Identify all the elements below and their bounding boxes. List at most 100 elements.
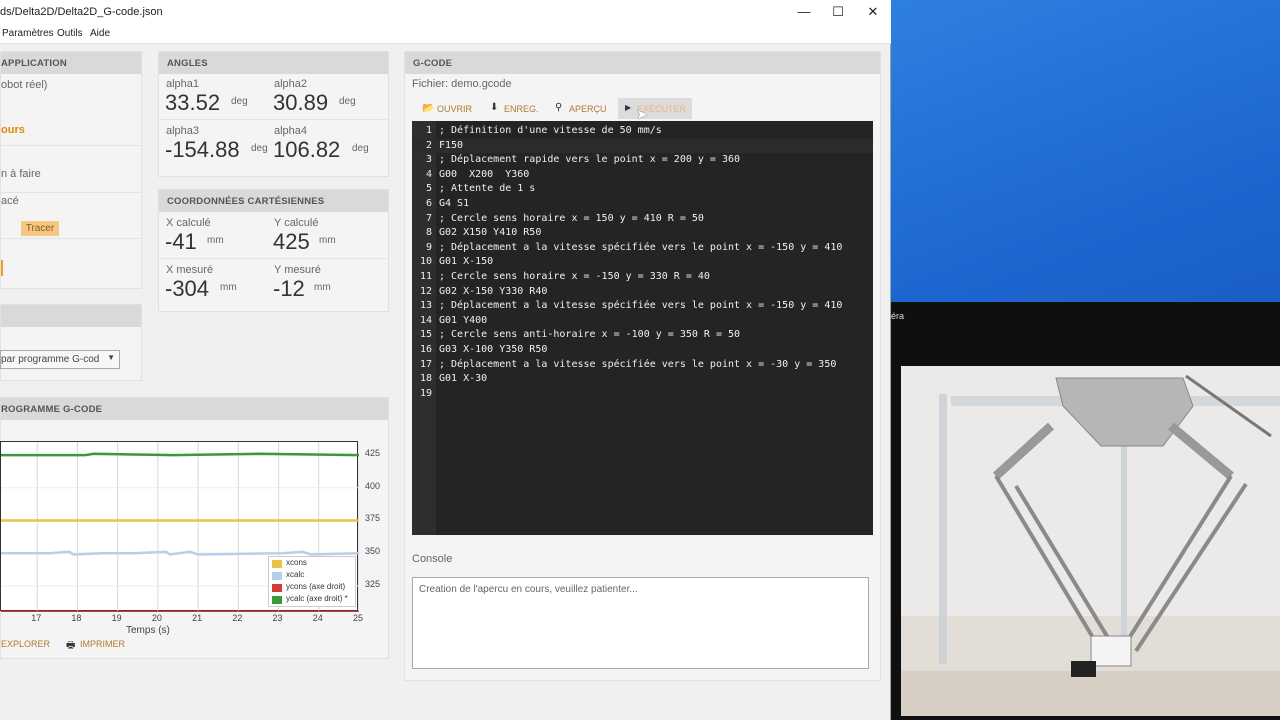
play-icon: ▶ bbox=[625, 103, 632, 112]
chevron-down-icon: ▼ bbox=[107, 353, 115, 362]
menu-aide[interactable]: Aide bbox=[90, 28, 110, 39]
x-tick-label: 23 bbox=[272, 613, 283, 623]
code-line[interactable]: 8 G02 X150 Y410 R50 bbox=[412, 226, 873, 241]
alpha4-label: alpha4 bbox=[274, 125, 308, 137]
close-button[interactable]: ✕ bbox=[856, 2, 890, 22]
code-line[interactable]: 3 ; Déplacement rapide vers le point x = … bbox=[412, 153, 873, 168]
code-text: G01 Y400 bbox=[439, 314, 488, 326]
code-line[interactable]: 1 ; Définition d'une vitesse de 50 mm/s bbox=[412, 124, 873, 139]
legend-swatch bbox=[272, 584, 282, 592]
coords-title: COORDONNÉES CARTÉSIENNES bbox=[167, 196, 325, 207]
code-text: G02 X-150 Y330 R40 bbox=[439, 285, 548, 297]
gcode-editor[interactable]: 1 ; Définition d'une vitesse de 50 mm/s 2 F… bbox=[412, 121, 873, 535]
x-tick-label: 19 bbox=[111, 613, 122, 623]
code-line[interactable]: 16 G03 X-100 Y350 R50 bbox=[412, 343, 873, 358]
mode-select[interactable]: par programme G-cod ▼ bbox=[0, 350, 120, 369]
run-button[interactable]: ▶ EXÉCUTER bbox=[618, 98, 692, 119]
code-line[interactable]: 12 G02 X-150 Y330 R40 bbox=[412, 285, 873, 300]
legend-label: xcons bbox=[286, 558, 307, 567]
application-mode-text: obot réel) bbox=[1, 79, 48, 91]
line-number: 16 bbox=[419, 344, 432, 355]
preview-button[interactable]: APERÇU bbox=[569, 104, 607, 114]
code-line[interactable]: 9 ; Déplacement a la vitesse spécifiée ve… bbox=[412, 241, 873, 256]
status-indicator bbox=[1, 260, 3, 276]
x-tick-label: 21 bbox=[192, 613, 203, 623]
tracer-button[interactable]: Tracer bbox=[21, 221, 59, 236]
application-panel: APPLICATION obot réel) ours n à faire ac… bbox=[0, 51, 143, 289]
x-calc-unit: mm bbox=[207, 235, 224, 246]
code-line[interactable]: 5 ; Attente de 1 s bbox=[412, 182, 873, 197]
y-meas-unit: mm bbox=[314, 282, 331, 293]
code-line[interactable]: 2 F150 bbox=[412, 138, 873, 154]
gcode-header: G-CODE bbox=[405, 52, 880, 74]
code-text: ; Déplacement a la vitesse spécifiée ver… bbox=[439, 241, 843, 253]
line-number: 3 bbox=[425, 154, 432, 166]
x-tick-label: 20 bbox=[151, 613, 162, 623]
open-button[interactable]: OUVRIR bbox=[437, 104, 472, 114]
alpha1-value: 33.52 bbox=[165, 90, 221, 115]
legend-label: ycons (axe droit) bbox=[286, 582, 346, 591]
chart-legend: xcons xcalc ycons (axe droit) ycalc (axe dr… bbox=[268, 556, 356, 607]
line-number: 11 bbox=[419, 271, 432, 282]
print-icon: 🖶 bbox=[66, 640, 76, 651]
y-meas-value: -12 bbox=[273, 276, 305, 301]
gcode-title: G-CODE bbox=[413, 58, 453, 69]
code-text: F150 bbox=[439, 139, 464, 151]
code-line[interactable]: 6 G4 S1 bbox=[412, 197, 873, 212]
angles-title: ANGLES bbox=[167, 58, 208, 69]
folder-open-icon: 📂 bbox=[422, 103, 435, 114]
title-bar: ds/Delta2D/Delta2D_G-code.json — ☐ ✕ bbox=[0, 0, 891, 24]
console-output[interactable]: Creation de l'apercu en cours, veuillez … bbox=[412, 577, 869, 669]
angles-header: ANGLES bbox=[159, 52, 388, 74]
legend-label: xcalc bbox=[286, 570, 305, 579]
alpha3-label: alpha3 bbox=[166, 125, 200, 137]
legend-swatch bbox=[272, 572, 282, 580]
code-line[interactable]: 4 G00 X200 Y360 bbox=[412, 168, 873, 183]
mode-header bbox=[1, 305, 141, 327]
application-title: APPLICATION bbox=[1, 58, 67, 69]
code-line[interactable]: 10 G01 X-150 bbox=[412, 255, 873, 270]
code-text: ; Déplacement rapide vers le point x = 2… bbox=[439, 154, 741, 166]
code-line[interactable]: 19 bbox=[412, 387, 873, 402]
search-icon: ⚲ bbox=[555, 102, 563, 113]
menu-parametres[interactable]: Paramètres bbox=[2, 28, 54, 39]
y-calc-value: 425 bbox=[273, 229, 310, 254]
code-line[interactable]: 17 ; Déplacement a la vitesse spécifiée v… bbox=[412, 358, 873, 373]
divider bbox=[1, 238, 143, 239]
code-line[interactable]: 13 ; Déplacement a la vitesse spécifiée v… bbox=[412, 299, 873, 314]
alpha1-label: alpha1 bbox=[166, 78, 200, 90]
code-line[interactable]: 14 G01 Y400 bbox=[412, 314, 873, 329]
explore-button[interactable]: EXPLORER bbox=[1, 639, 50, 649]
alpha1-unit: deg bbox=[231, 96, 248, 107]
code-line[interactable]: 7 ; Cercle sens horaire x = 150 y = 410 R… bbox=[412, 212, 873, 227]
alpha3-unit: deg bbox=[251, 143, 268, 154]
camera-feed bbox=[901, 366, 1280, 716]
code-text: ; Cercle sens horaire x = -150 y = 330 R… bbox=[439, 271, 710, 282]
code-text: ; Déplacement a la vitesse spécifiée ver… bbox=[439, 358, 837, 370]
code-line[interactable]: 18 G01 X-30 bbox=[412, 372, 873, 387]
mode-panel bbox=[0, 304, 142, 381]
code-text: G01 X-150 bbox=[439, 256, 494, 268]
download-icon: ⬇ bbox=[490, 102, 499, 113]
code-line[interactable]: 11 ; Cercle sens horaire x = -150 y = 330… bbox=[412, 270, 873, 285]
save-button[interactable]: ENREG. bbox=[504, 104, 539, 114]
minimize-button[interactable]: — bbox=[787, 2, 821, 22]
x-tick-label: 17 bbox=[31, 613, 42, 623]
y-tick-label: 400 bbox=[365, 480, 381, 491]
line-number: 9 bbox=[425, 241, 432, 253]
y-meas-label: Y mesuré bbox=[274, 264, 321, 276]
application-trace-text: acé bbox=[1, 195, 19, 207]
alpha4-unit: deg bbox=[352, 143, 369, 154]
line-number: 7 bbox=[425, 212, 432, 224]
series-line bbox=[1, 550, 360, 556]
x-axis-label: Temps (s) bbox=[126, 625, 170, 636]
print-button[interactable]: IMPRIMER bbox=[80, 639, 125, 649]
maximize-button[interactable]: ☐ bbox=[821, 2, 855, 22]
code-line[interactable]: 15 ; Cercle sens anti-horaire x = -100 y … bbox=[412, 328, 873, 343]
application-status-text: ours bbox=[1, 124, 25, 136]
divider bbox=[1, 145, 143, 146]
menu-outils[interactable]: Outils bbox=[57, 28, 83, 39]
coords-header: COORDONNÉES CARTÉSIENNES bbox=[159, 190, 388, 212]
line-number: 12 bbox=[419, 285, 432, 297]
line-number: 5 bbox=[425, 183, 432, 195]
